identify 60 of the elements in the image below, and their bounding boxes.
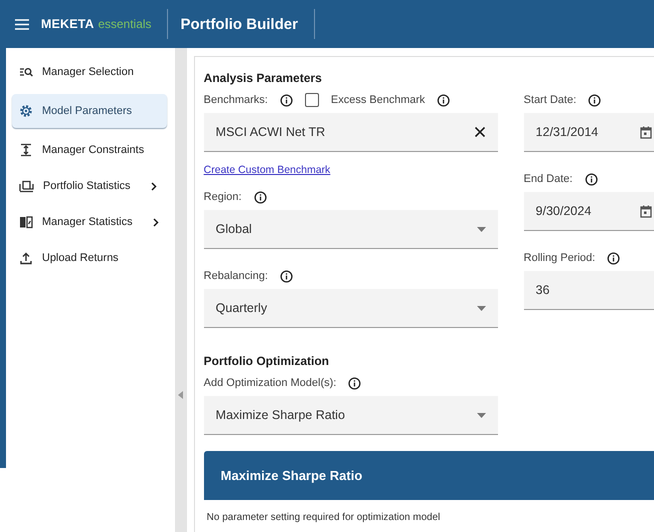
card-header: Maximize Sharpe Ratio <box>204 451 654 500</box>
field-value: 12/31/2014 <box>536 125 598 139</box>
dropdown-caret-icon[interactable] <box>476 226 486 232</box>
page-title: Portfolio Builder <box>180 16 298 32</box>
date-field[interactable]: 9/30/2024 <box>524 192 654 231</box>
dropdown-caret-icon[interactable] <box>476 412 486 418</box>
sidebar-item[interactable]: Manager Constraints <box>12 136 167 164</box>
section-title: Portfolio Optimization <box>204 354 330 368</box>
field-label: Rebalancing: <box>204 270 268 282</box>
info-icon[interactable] <box>588 94 602 106</box>
briefcase-icon <box>19 179 34 193</box>
select-field[interactable]: Quarterly <box>204 289 498 328</box>
close-icon[interactable] <box>474 126 486 138</box>
field-label: Start Date: <box>524 94 576 106</box>
sidebar-item[interactable]: Model Parameters <box>12 94 167 128</box>
info-icon[interactable] <box>584 172 598 186</box>
chevron-right-icon[interactable] <box>153 218 160 226</box>
field-value: MSCI ACWI Net TR <box>216 125 326 139</box>
checkbox-label: Excess Benchmark <box>330 94 426 106</box>
field-value: Global <box>216 222 252 236</box>
create-benchmark-link[interactable]: Create Custom Benchmark <box>204 164 330 176</box>
sidebar-item[interactable]: Manager Statistics <box>12 208 167 236</box>
input-field[interactable]: 36 <box>524 271 654 310</box>
compare-icon <box>19 215 33 229</box>
select-field[interactable]: Global <box>204 210 498 249</box>
info-icon[interactable] <box>280 94 293 106</box>
field-label: Benchmarks: <box>204 94 268 106</box>
field-label: End Date: <box>524 173 573 185</box>
sidebar-item[interactable]: Upload Returns <box>12 244 167 272</box>
dropdown-caret-icon[interactable] <box>476 306 486 310</box>
date-field[interactable]: 12/31/2014 <box>524 113 654 152</box>
field-label: Add Optimization Model(s): <box>204 377 336 389</box>
calendar-icon[interactable] <box>640 126 652 138</box>
menu-icon[interactable] <box>15 18 29 30</box>
sidebar-item[interactable]: Portfolio Statistics <box>12 172 167 200</box>
field-value: Quarterly <box>216 301 268 315</box>
field-value: Maximize Sharpe Ratio <box>216 408 345 422</box>
vertical-arrows-icon <box>19 143 33 157</box>
info-icon[interactable] <box>348 376 362 390</box>
select-field[interactable]: Maximize Sharpe Ratio <box>204 396 498 435</box>
info-icon[interactable] <box>607 252 620 264</box>
checkbox[interactable] <box>304 93 319 107</box>
card-text: No parameter setting required for optimization model <box>206 511 442 523</box>
field-value: 9/30/2024 <box>536 204 592 218</box>
section-title: Analysis Parameters <box>204 71 323 85</box>
field-label: Region: <box>204 191 242 203</box>
chevron-right-icon[interactable] <box>151 182 158 190</box>
upload-icon <box>19 251 33 265</box>
brand-name: MEKETA <box>41 17 94 31</box>
input-field[interactable]: MSCI ACWI Net TR <box>204 113 498 152</box>
settings-icon <box>19 104 33 118</box>
field-value: 36 <box>536 283 550 297</box>
brand-tagline: essentials <box>98 17 152 31</box>
sidebar-item[interactable]: Manager Selection <box>12 58 167 86</box>
calendar-icon[interactable] <box>640 204 652 218</box>
info-icon[interactable] <box>254 190 267 204</box>
info-icon[interactable] <box>280 270 293 282</box>
search-list-icon <box>19 66 33 78</box>
info-icon[interactable] <box>437 94 450 106</box>
field-label: Rolling Period: <box>524 252 596 264</box>
